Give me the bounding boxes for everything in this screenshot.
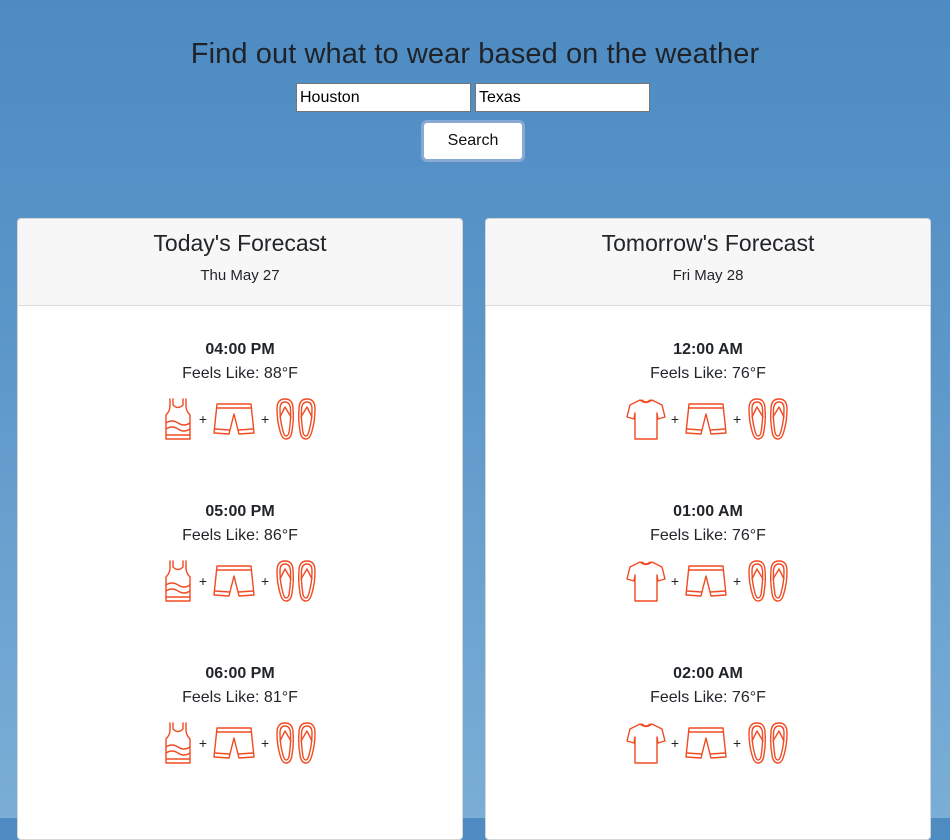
slot-feels-like: Feels Like: 76°F bbox=[650, 527, 766, 544]
plus-sign: + bbox=[733, 735, 742, 751]
outfit-row: + + bbox=[18, 559, 462, 603]
card-title: Today's Forecast bbox=[153, 230, 327, 256]
card-header: Tomorrow's Forecast Fri May 28 bbox=[486, 219, 930, 306]
city-input[interactable] bbox=[296, 83, 471, 112]
forecast-slot: 05:00 PM Feels Like: 86°F + + bbox=[18, 503, 462, 603]
shorts-icon bbox=[684, 725, 728, 761]
card-header: Today's Forecast Thu May 27 bbox=[18, 219, 462, 306]
flip-flops-icon bbox=[274, 721, 318, 765]
card-title: Tomorrow's Forecast bbox=[601, 230, 815, 256]
plus-sign: + bbox=[261, 735, 270, 751]
slot-feels-like: Feels Like: 76°F bbox=[650, 365, 766, 382]
plus-sign: + bbox=[198, 411, 207, 427]
tank-top-icon bbox=[162, 721, 194, 765]
forecast-slot: 06:00 PM Feels Like: 81°F + + bbox=[18, 665, 462, 765]
today-forecast-card: Today's Forecast Thu May 27 04:00 PM Fee… bbox=[17, 218, 463, 840]
plus-sign: + bbox=[733, 573, 742, 589]
slot-time: 06:00 PM bbox=[205, 665, 275, 682]
plus-sign: + bbox=[261, 573, 270, 589]
shorts-icon bbox=[212, 401, 256, 437]
flip-flops-icon bbox=[274, 397, 318, 441]
flip-flops-icon bbox=[746, 397, 790, 441]
forecast-slot: 02:00 AM Feels Like: 76°F + + bbox=[486, 665, 930, 765]
slot-time: 12:00 AM bbox=[673, 341, 743, 358]
card-date: Fri May 28 bbox=[672, 267, 744, 284]
shorts-icon bbox=[684, 401, 728, 437]
plus-sign: + bbox=[670, 573, 679, 589]
slot-time: 01:00 AM bbox=[673, 503, 743, 520]
outfit-row: + + bbox=[486, 559, 930, 603]
t-shirt-icon bbox=[626, 397, 666, 441]
forecast-slot: 04:00 PM Feels Like: 88°F + + bbox=[18, 341, 462, 441]
slot-time: 04:00 PM bbox=[205, 341, 275, 358]
card-date: Thu May 27 bbox=[200, 267, 280, 284]
flip-flops-icon bbox=[746, 721, 790, 765]
slot-feels-like: Feels Like: 76°F bbox=[650, 689, 766, 706]
tank-top-icon bbox=[162, 397, 194, 441]
tank-top-icon bbox=[162, 559, 194, 603]
flip-flops-icon bbox=[746, 559, 790, 603]
outfit-row: + + bbox=[18, 721, 462, 765]
shorts-icon bbox=[212, 725, 256, 761]
search-button[interactable]: Search bbox=[421, 120, 525, 162]
tomorrow-forecast-card: Tomorrow's Forecast Fri May 28 12:00 AM … bbox=[485, 218, 931, 840]
plus-sign: + bbox=[198, 573, 207, 589]
plus-sign: + bbox=[670, 735, 679, 751]
t-shirt-icon bbox=[626, 559, 666, 603]
plus-sign: + bbox=[198, 735, 207, 751]
flip-flops-icon bbox=[274, 559, 318, 603]
forecast-slot: 01:00 AM Feels Like: 76°F + + bbox=[486, 503, 930, 603]
slot-feels-like: Feels Like: 81°F bbox=[182, 689, 298, 706]
t-shirt-icon bbox=[626, 721, 666, 765]
plus-sign: + bbox=[261, 411, 270, 427]
state-input[interactable] bbox=[475, 83, 650, 112]
outfit-row: + + bbox=[486, 721, 930, 765]
outfit-row: + + bbox=[18, 397, 462, 441]
slot-time: 05:00 PM bbox=[205, 503, 275, 520]
shorts-icon bbox=[212, 563, 256, 599]
plus-sign: + bbox=[733, 411, 742, 427]
slot-time: 02:00 AM bbox=[673, 665, 743, 682]
shorts-icon bbox=[684, 563, 728, 599]
forecast-slot: 12:00 AM Feels Like: 76°F + + bbox=[486, 341, 930, 441]
slot-feels-like: Feels Like: 88°F bbox=[182, 365, 298, 382]
plus-sign: + bbox=[670, 411, 679, 427]
page-title: Find out what to wear based on the weath… bbox=[190, 38, 760, 70]
slot-feels-like: Feels Like: 86°F bbox=[182, 527, 298, 544]
outfit-row: + + bbox=[486, 397, 930, 441]
